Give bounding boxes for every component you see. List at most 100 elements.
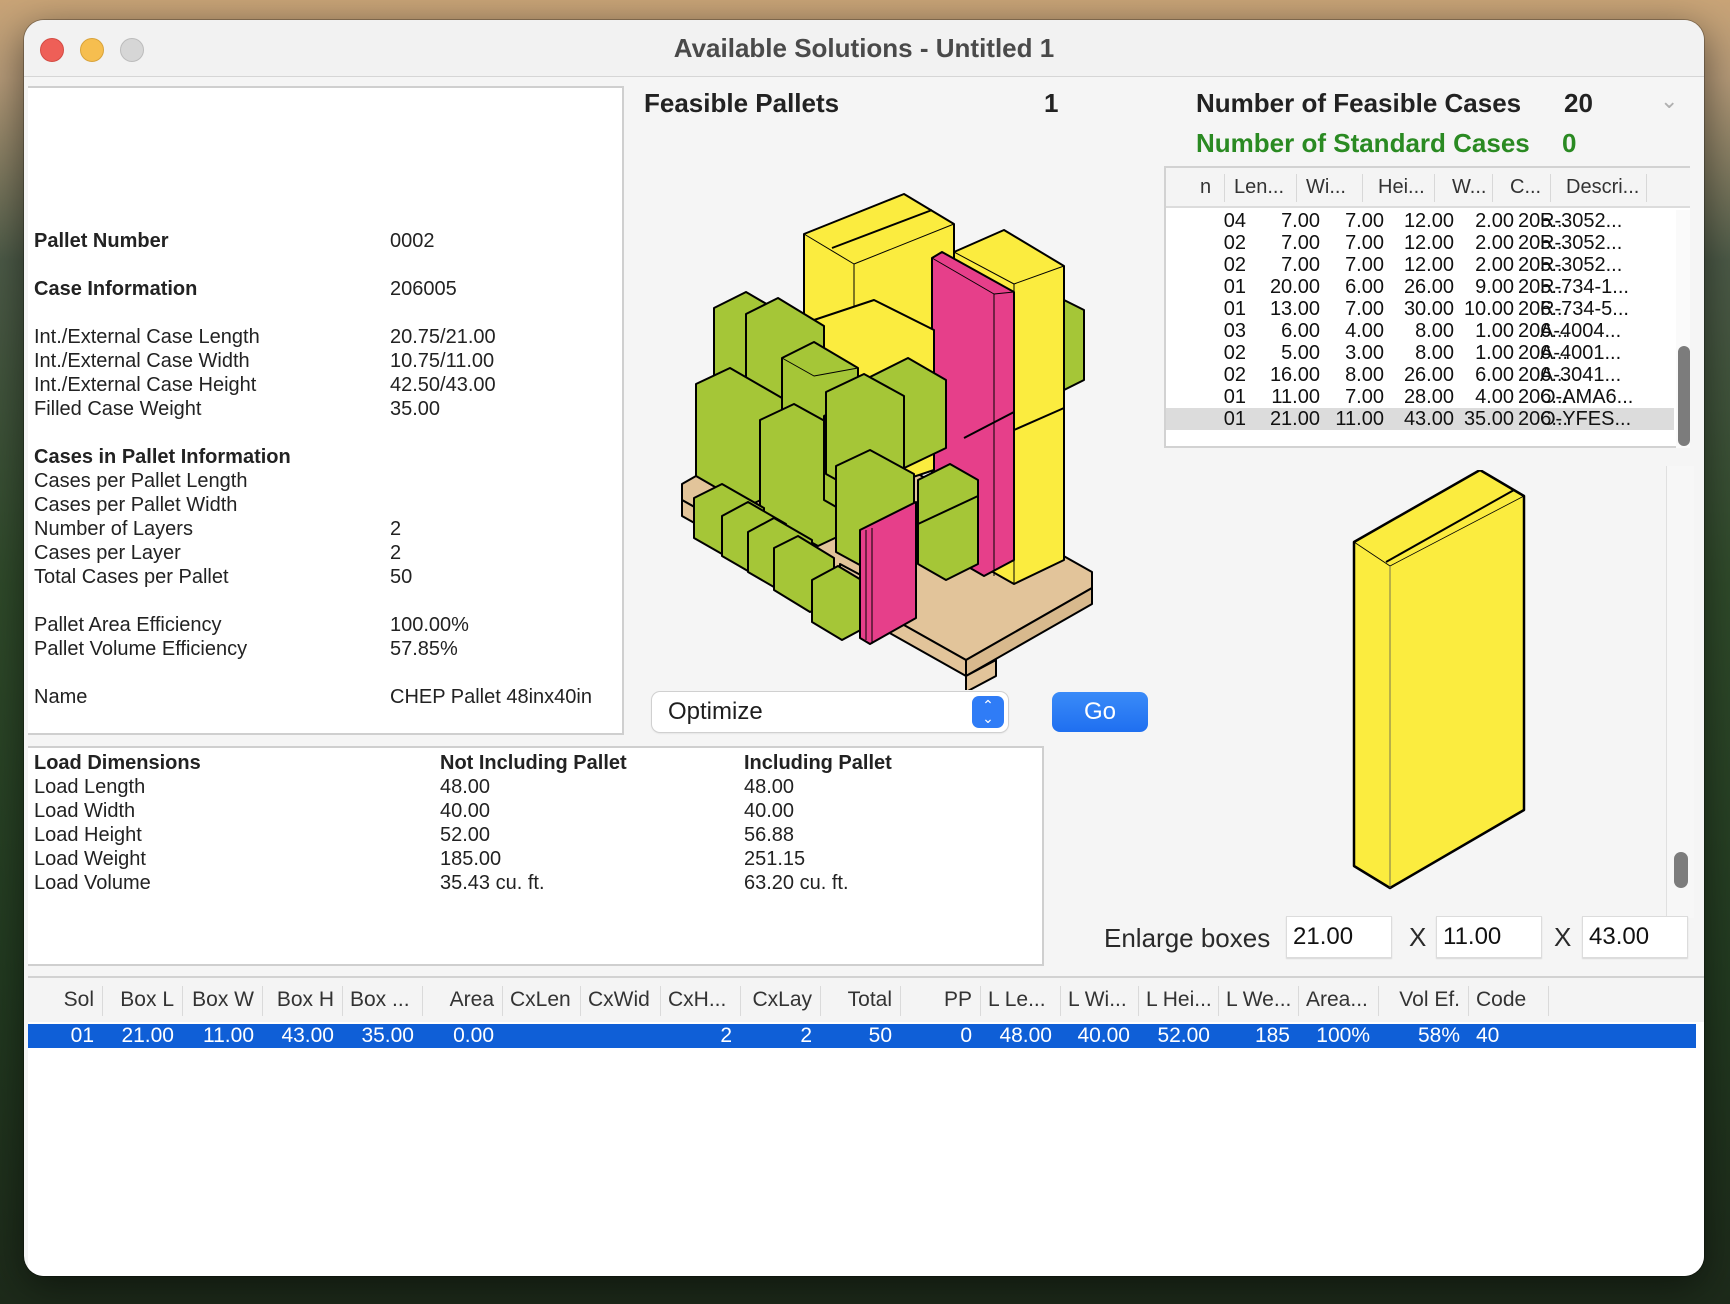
column-separator[interactable] [1378,986,1379,1016]
enlarge-length-input[interactable] [1286,916,1392,958]
column-separator[interactable] [502,986,503,1016]
column-header[interactable]: CxLay [752,988,812,1012]
column-separator[interactable] [1060,986,1061,1016]
load-label: Load Height [34,824,142,846]
column-header[interactable]: Code [1476,988,1526,1012]
column-header[interactable]: Vol Ef. [1399,988,1460,1012]
column-header-n[interactable]: n [1200,176,1211,199]
table-cell: 185 [1254,1024,1290,1047]
column-separator[interactable] [580,986,581,1016]
table-cell: 10.00 [1463,298,1514,320]
go-button[interactable]: Go [1052,692,1148,732]
column-header[interactable]: CxWid [588,988,650,1012]
enlarge-width-input[interactable] [1436,916,1542,958]
column-header[interactable]: Box L [120,988,174,1012]
column-header[interactable]: Area [450,988,494,1012]
column-separator[interactable] [262,986,263,1016]
column-header[interactable]: Box ... [350,988,410,1012]
table-cell: 7.00 [1345,232,1384,254]
column-separator[interactable] [980,986,981,1016]
column-separator[interactable] [1468,986,1469,1016]
table-cell: 12.00 [1403,232,1454,254]
column-separator[interactable] [102,986,103,1016]
table-row[interactable]: 01 20.00 6.00 26.00 9.00 205... R-734-1... [1166,276,1674,298]
column-separator[interactable] [660,986,661,1016]
table-cell: 7.00 [1281,210,1320,232]
solutions-table: Sol Box L Box W Box H Box ... Area CxLen CxWid C… [28,976,1704,1276]
table-cell: 02 [1223,364,1246,386]
table-cell: 13.00 [1269,298,1320,320]
column-header-code[interactable]: C... [1510,176,1541,199]
preview-scrollbar-thumb[interactable] [1674,852,1688,888]
column-header-width[interactable]: Wi... [1306,176,1346,199]
table-row[interactable]: 02 7.00 7.00 12.00 2.00 205... R-3052... [1166,254,1674,276]
table-row[interactable]: 03 6.00 4.00 8.00 1.00 206... A-4004... [1166,320,1674,342]
column-separator[interactable] [820,986,821,1016]
case-info-label: Case Information [34,278,198,300]
load-value: 48.00 [744,776,795,798]
load-value: 63.20 cu. ft. [744,872,849,894]
column-header[interactable]: Box H [277,988,334,1012]
pallet-name-value: CHEP Pallet 48inx40in [390,686,592,708]
table-cell: 1.00 [1475,342,1514,364]
column-header-length[interactable]: Len... [1234,176,1284,199]
table-cell: 30.00 [1403,298,1454,320]
column-separator[interactable] [1548,986,1549,1016]
table-row[interactable]: 01 11.00 7.00 28.00 4.00 206... O-AMA6... [1166,386,1674,408]
column-header[interactable]: CxH... [668,988,726,1012]
chevron-down-icon[interactable]: ⌄ [1660,88,1678,114]
column-separator[interactable] [740,986,741,1016]
table-row[interactable]: 01 21.00 11.00 43.00 35.00 206... O-YFES... [1166,408,1674,430]
column-header[interactable]: Box W [192,988,254,1012]
table-row[interactable]: 02 5.00 3.00 8.00 1.00 206... A-4001... [1166,342,1674,364]
column-separator[interactable] [1218,986,1219,1016]
column-separator[interactable] [1298,986,1299,1016]
case-green [917,463,979,581]
column-header[interactable]: PP [944,988,972,1012]
column-header-description[interactable]: Descri... [1566,176,1639,199]
column-header[interactable]: Sol [64,988,94,1012]
pallet-3d-view [681,193,1093,690]
table-cell: 50 [868,1024,892,1047]
table-row[interactable]: 04 7.00 7.00 12.00 2.00 205... R-3052... [1166,210,1674,232]
enlarge-boxes-label: Enlarge boxes [1104,923,1271,953]
info-label: Int./External Case Height [34,374,257,396]
column-header[interactable]: L Le... [988,988,1046,1012]
column-header[interactable]: L Wi... [1068,988,1127,1012]
table-row[interactable]: 01 13.00 7.00 30.00 10.00 206... R-734-5... [1166,298,1674,320]
table-cell: A-4001... [1540,342,1622,364]
load-value: 185.00 [440,848,502,870]
column-separator[interactable] [1138,986,1139,1016]
column-separator[interactable] [342,986,343,1016]
mode-select[interactable]: Optimize ⌃ ⌄ [652,692,1008,732]
table-row[interactable]: 02 16.00 8.00 26.00 6.00 206... A-3041... [1166,364,1674,386]
column-header-weight[interactable]: W... [1452,176,1486,199]
column-header[interactable]: L We... [1226,988,1291,1012]
select-arrows-icon[interactable]: ⌃ ⌄ [972,696,1004,728]
info-value: 100.00% [390,614,469,636]
column-separator[interactable] [422,986,423,1016]
column-header[interactable]: Total [848,988,892,1012]
table-cell: 43.00 [1403,408,1454,430]
table-cell: A-3041... [1540,364,1622,386]
table-cell: R-734-5... [1540,298,1629,320]
load-value: 40.00 [744,800,795,822]
enlarge-height-input[interactable] [1582,916,1688,958]
column-header[interactable]: CxLen [510,988,571,1012]
table-row[interactable]: 02 7.00 7.00 12.00 2.00 205... R-3052... [1166,232,1674,254]
column-separator[interactable] [900,986,901,1016]
table-cell: 40.00 [1077,1024,1130,1047]
info-value: 20.75/21.00 [390,326,496,348]
table-cell: 26.00 [1403,364,1454,386]
title-bar[interactable]: Available Solutions - Untitled 1 [24,20,1704,77]
column-header[interactable]: L Hei... [1146,988,1212,1012]
table-cell: 12.00 [1403,254,1454,276]
column-header-height[interactable]: Hei... [1378,176,1425,199]
column-separator[interactable] [182,986,183,1016]
table-row-selected[interactable]: 01 21.00 11.00 43.00 35.00 0.00 2 2 50 0 48.00 40.0… [28,1024,1696,1048]
preview-scrollbar-track[interactable] [1666,466,1694,918]
table-cell: 8.00 [1415,342,1454,364]
column-header[interactable]: Area... [1306,988,1368,1012]
cases-scrollbar-thumb[interactable] [1678,346,1690,446]
table-cell: 02 [1223,342,1246,364]
